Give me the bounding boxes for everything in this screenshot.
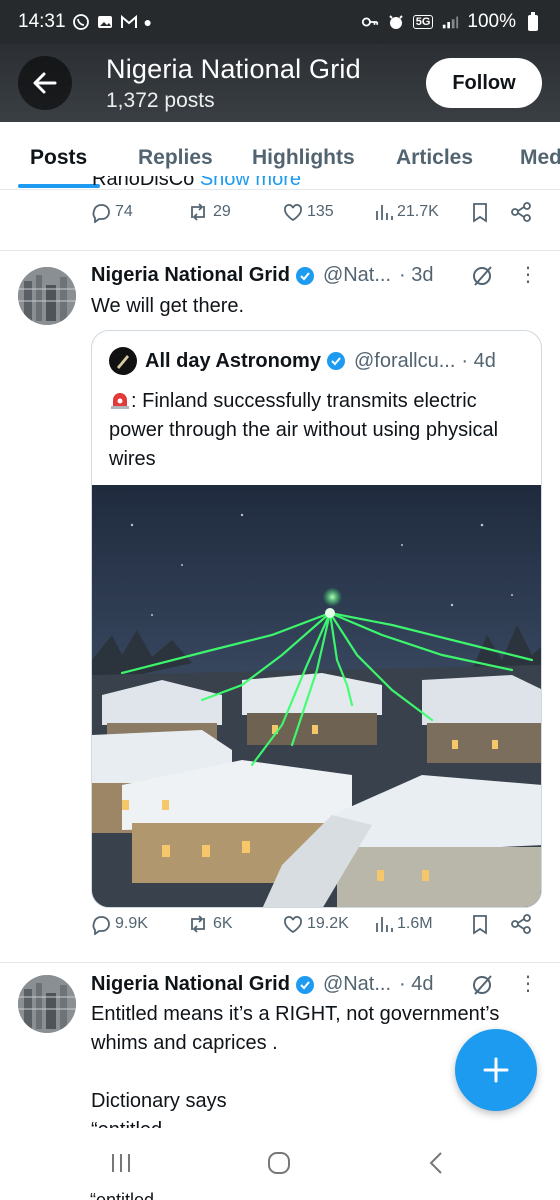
status-time: 14:31 [18,11,66,32]
repost-count: 29 [213,203,231,220]
signal-icon [441,13,459,31]
tab-replies[interactable]: Replies [138,146,213,170]
post-count: 1,372 posts [106,88,215,112]
like-button[interactable]: 135 [282,201,334,223]
repost-icon [191,203,205,221]
bookmark-button[interactable] [470,201,490,223]
author-handle[interactable]: @Nat... [323,264,391,287]
like-count: 135 [307,203,334,220]
scrolled-text-peek: “entitled [90,1190,155,1200]
key-icon [361,13,379,31]
grok-icon[interactable] [470,264,494,288]
quote-header: All day Astronomy @forallcu... · 4d [109,347,496,375]
tab-media[interactable]: Med [520,146,560,170]
alarm-icon [387,13,405,31]
quote-author: All day Astronomy [145,349,321,372]
reply-button[interactable]: 9.9K [90,913,148,935]
heart-icon [284,916,302,934]
tab-posts[interactable]: Posts [30,146,87,170]
previous-post-text: RanoDisCo Show more [92,176,301,190]
recents-icon[interactable] [108,1150,134,1176]
plus-icon [483,1057,509,1083]
status-bar: 14:31 ● 5G 100% [0,0,560,44]
tab-articles[interactable]: Articles [396,146,473,170]
post-time: · 3d [399,264,434,286]
verified-badge-icon [295,266,315,286]
home-icon[interactable] [266,1150,292,1176]
dot-icon: ● [143,14,153,30]
post-time: · 4d [399,973,434,995]
avatar[interactable] [18,267,76,325]
post-text-line: Entitled means it’s a RIGHT, not governm… [91,1003,500,1025]
views-button[interactable]: 1.6M [374,913,433,935]
profile-name: Nigeria National Grid [106,53,361,84]
views-button[interactable]: 21.7K [374,201,439,223]
previous-post-cut: RanoDisCo [92,176,195,190]
bookmark-icon [473,203,487,223]
view-count: 1.6M [397,915,433,932]
active-tab-indicator [18,184,100,188]
more-options-icon[interactable]: ⋮ [518,971,538,996]
gallery-icon [96,13,114,31]
gmail-icon [120,13,138,31]
heart-icon [284,204,302,222]
battery-percent: 100% [467,11,516,32]
quoted-post[interactable]: All day Astronomy @forallcu... · 4d : Fi… [91,330,542,908]
battery-icon [524,12,542,31]
share-icon [511,914,531,934]
share-button[interactable] [510,201,532,223]
siren-icon [109,390,131,410]
bookmark-button[interactable] [470,913,490,935]
compose-button[interactable] [455,1029,537,1111]
post-text: We will get there. [91,295,245,317]
reply-icon [92,204,110,223]
verified-badge-icon [326,351,346,371]
show-more-link[interactable]: Show more [200,176,301,190]
share-button[interactable] [510,913,532,935]
reply-count: 9.9K [115,915,148,932]
quote-time: · 4d [461,349,496,372]
quote-avatar [109,347,137,375]
quote-text-body: : Finland successfully transmits electri… [109,390,499,470]
author-handle[interactable]: @Nat... [323,973,391,996]
post-divider [0,250,560,251]
view-count: 21.7K [397,203,439,220]
back-nav-icon[interactable] [424,1150,450,1176]
reply-icon [92,916,110,935]
arrow-left-icon [33,72,57,94]
reply-button[interactable]: 74 [90,201,133,223]
repost-button[interactable]: 29 [186,201,231,223]
share-icon [511,202,531,222]
bookmark-icon [473,915,487,935]
system-nav-bar: “entitled [0,1128,560,1200]
quote-image[interactable] [92,485,542,908]
like-button[interactable]: 19.2K [282,913,349,935]
back-button[interactable] [18,56,72,110]
follow-button[interactable]: Follow [426,58,542,108]
post-header: Nigeria National Grid @Nat... · 3d [91,264,434,287]
quote-text: : Finland successfully transmits electri… [109,387,529,474]
author-name[interactable]: Nigeria National Grid [91,973,290,996]
reply-count: 74 [115,203,133,220]
whatsapp-icon [72,13,90,31]
post-divider [0,962,560,963]
profile-header: Nigeria National Grid 1,372 posts Follow [0,44,560,122]
views-icon [376,917,393,932]
post-header: Nigeria National Grid @Nat... · 4d [91,973,434,996]
network-5g-icon: 5G [412,15,434,29]
author-name[interactable]: Nigeria National Grid [91,264,290,287]
repost-button[interactable]: 6K [186,913,233,935]
repost-icon [191,915,205,933]
grok-icon[interactable] [470,973,494,997]
avatar[interactable] [18,975,76,1033]
like-count: 19.2K [307,915,349,932]
tab-highlights[interactable]: Highlights [252,146,355,170]
verified-badge-icon [295,975,315,995]
views-icon [376,205,393,220]
quote-handle: @forallcu... [353,349,456,372]
more-options-icon[interactable]: ⋮ [518,262,538,287]
repost-count: 6K [213,915,233,932]
